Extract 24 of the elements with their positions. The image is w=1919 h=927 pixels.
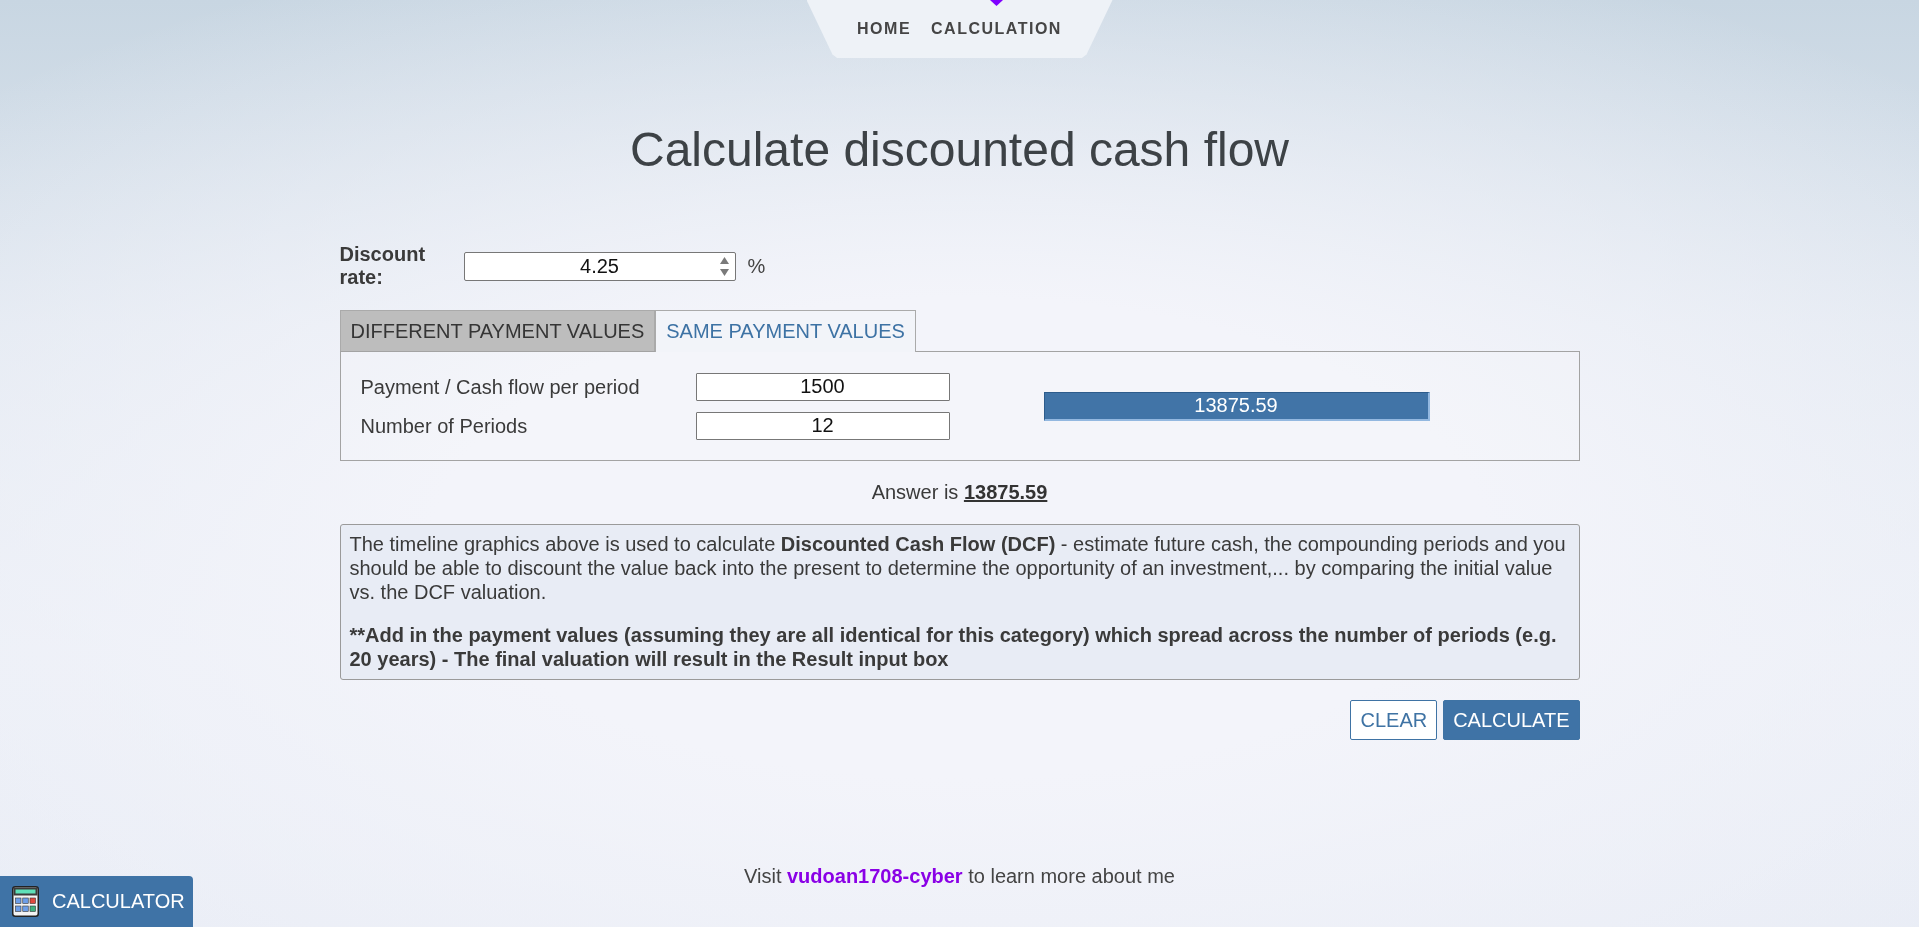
- discount-rate-field[interactable]: 4.25: [463, 251, 736, 281]
- spinner-icon[interactable]: [718, 255, 730, 277]
- calculate-button[interactable]: CALCULATE: [1443, 700, 1580, 740]
- input-field[interactable]: 1500: [695, 372, 950, 401]
- description-text: **Add in the payment values (assuming they are all identical for this category) which spread across the number of periods (e.g. 20 years) - The final valuation will result in the Result input box: [349, 623, 1558, 671]
- field-label: Payment / Cash flow per period: [360, 375, 641, 398]
- input-field[interactable]: 12: [695, 411, 950, 440]
- calculator-button[interactable]: CALCULATOR: [0, 876, 193, 927]
- nav-link[interactable]: HOME: [857, 19, 912, 39]
- footer-text: Visit vudoan1708-cyber to learn more about me: [744, 865, 1175, 887]
- tab[interactable]: SAME PAYMENT VALUES: [655, 310, 916, 352]
- answer-text: Answer is 13875.59: [871, 481, 1048, 504]
- profile-link[interactable]: vudoan1708-cyber: [787, 865, 963, 887]
- triangle-indicator-icon: [990, 0, 1003, 6]
- page-title: Calculate discounted cash flow: [629, 122, 1289, 178]
- nav-link[interactable]: CALCULATION: [931, 0, 1062, 39]
- clear-button[interactable]: CLEAR: [1350, 700, 1438, 740]
- result-field[interactable]: 13875.59: [1043, 391, 1430, 421]
- field-label: Number of Periods: [360, 414, 529, 437]
- tab[interactable]: DIFFERENT PAYMENT VALUES: [339, 310, 656, 351]
- percent-unit: %: [747, 254, 766, 278]
- field-label: Discount rate:: [339, 243, 427, 289]
- calculator-icon: [12, 886, 39, 917]
- description-text: The timeline graphics above is used to calculate Discounted Cash Flow (DCF) - estimate future cash, the compounding periods and you should be able to discount the value back into the present to determine the opportunity of an investment,... by comparing the initial value vs. the DCF valuation.: [349, 532, 1567, 604]
